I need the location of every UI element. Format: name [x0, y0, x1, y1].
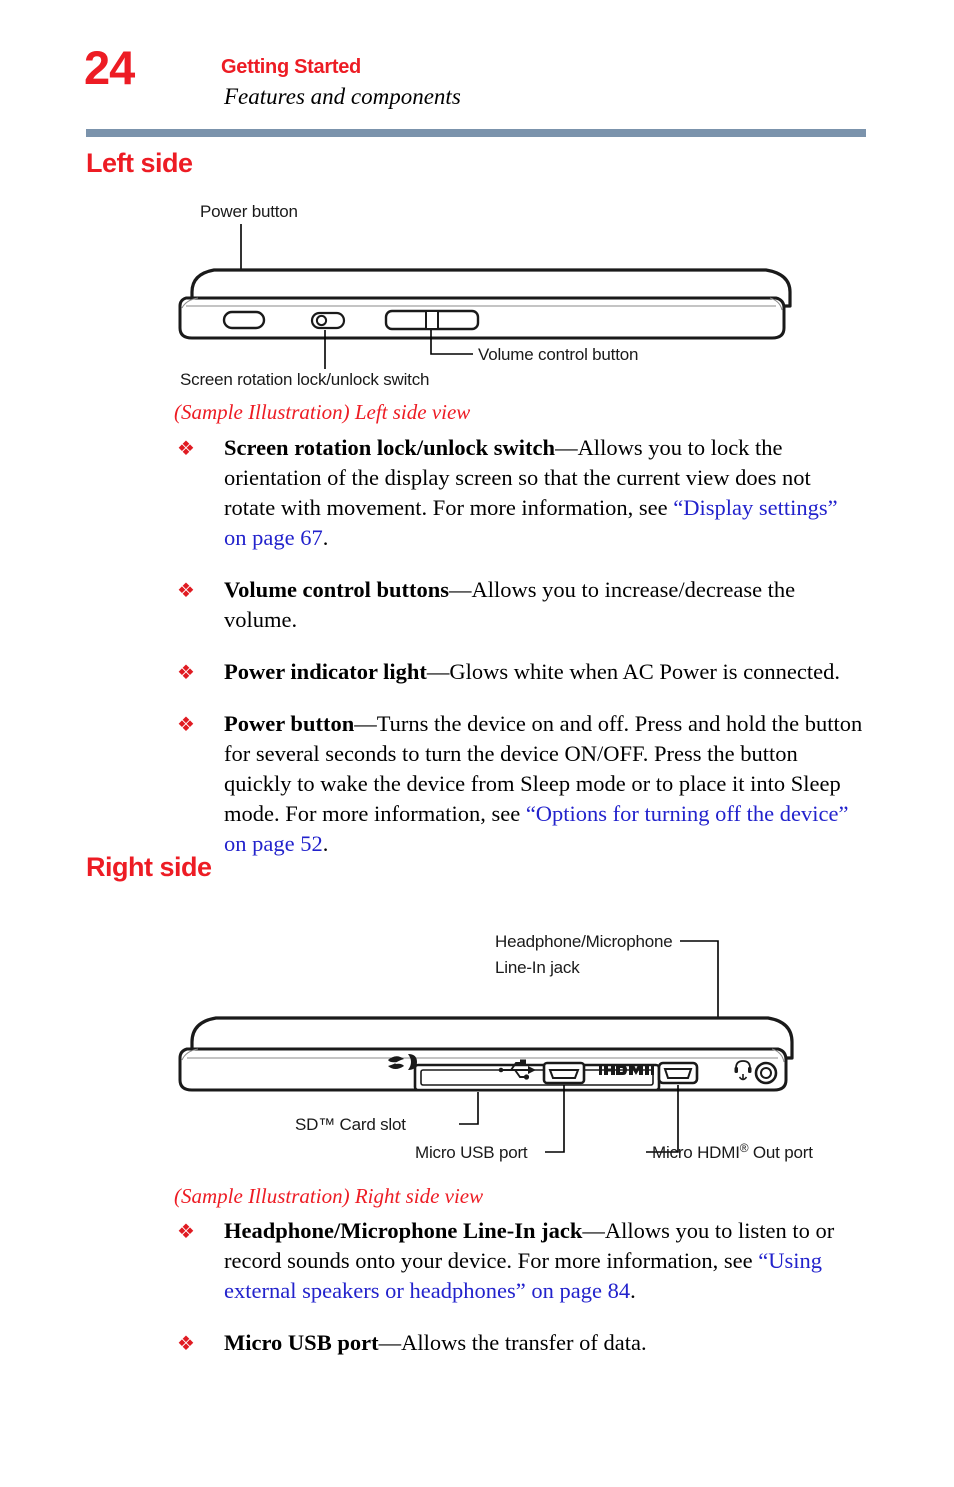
figure-right-side-view: Headphone/Microphone Line-In jack SD™ Ca…	[170, 920, 870, 1170]
list-item: ❖ Micro USB port—Allows the transfer of …	[174, 1328, 864, 1358]
page-header: 24 Getting Started Features and componen…	[0, 0, 954, 140]
page-number: 24	[84, 41, 135, 94]
device-volume-rocker	[384, 309, 480, 331]
leader-line-sd-card-slot	[459, 1092, 479, 1125]
figure-left-side-view: Power button Screen rotation lock/unlock…	[170, 188, 850, 388]
bullet-list-left-side: ❖ Screen rotation lock/unlock switch—All…	[174, 433, 864, 881]
callout-label-rotation-switch: Screen rotation lock/unlock switch	[180, 370, 429, 388]
bullet-diamond-icon: ❖	[177, 712, 195, 736]
list-item-dash: —	[426, 659, 450, 684]
callout-label-volume-button: Volume control button	[478, 345, 638, 364]
list-item: ❖ Power indicator light—Glows white when…	[174, 657, 864, 687]
device-right-side-drawing	[178, 1016, 794, 1092]
list-item-term: Power button	[224, 711, 355, 736]
figure-caption-right-side: (Sample Illustration) Right side view	[174, 1184, 484, 1208]
list-item-body-tail: .	[322, 831, 329, 856]
list-item: ❖ Headphone/Microphone Line-In jack—Allo…	[174, 1216, 864, 1306]
list-item-term: Power indicator light	[224, 659, 427, 684]
list-item-dash: —	[582, 1218, 605, 1243]
bullet-list-right-side: ❖ Headphone/Microphone Line-In jack—Allo…	[174, 1216, 864, 1380]
list-item-dash: —	[555, 435, 578, 460]
callout-label-micro-hdmi-sup: ®	[740, 1141, 749, 1155]
list-item-term: Micro USB port	[224, 1330, 379, 1355]
list-item: ❖ Volume control buttons—Allows you to i…	[174, 575, 864, 635]
list-item: ❖ Power button—Turns the device on and o…	[174, 709, 864, 859]
list-item-dash: —	[354, 711, 377, 736]
header-divider	[86, 129, 866, 137]
device-power-button	[222, 310, 266, 330]
bullet-diamond-icon: ❖	[177, 436, 195, 460]
callout-label-headphone-jack-line1: Headphone/Microphone	[495, 932, 672, 951]
bullet-diamond-icon: ❖	[177, 1219, 195, 1243]
callout-label-micro-usb-port: Micro USB port	[415, 1143, 528, 1162]
callout-label-headphone-jack-line2: Line-In jack	[495, 958, 580, 977]
list-item-term: Volume control buttons	[224, 577, 450, 602]
leader-line-micro-usb-port	[545, 1085, 565, 1153]
list-item-body: Glows white when AC Power is connected.	[449, 659, 840, 684]
list-item-term: Screen rotation lock/unlock switch	[224, 435, 556, 460]
list-item-body: Allows the transfer of data.	[401, 1330, 647, 1355]
callout-label-power-button: Power button	[200, 202, 298, 221]
list-item-dash: —	[449, 577, 472, 602]
figure-caption-left-side: (Sample Illustration) Left side view	[174, 400, 471, 424]
device-left-side-drawing	[178, 268, 792, 340]
device-audio-jack	[754, 1061, 778, 1085]
device-sd-card-slot	[413, 1063, 661, 1092]
bullet-diamond-icon: ❖	[177, 578, 195, 602]
leader-line-micro-hdmi-port	[646, 1085, 679, 1153]
list-item-body-tail: .	[630, 1278, 636, 1303]
section-heading-right-side: Right side	[86, 852, 212, 882]
callout-label-sd-card-slot: SD™ Card slot	[295, 1115, 406, 1134]
list-item: ❖ Screen rotation lock/unlock switch—All…	[174, 433, 864, 553]
list-item-body-tail: .	[322, 525, 329, 550]
header-section-title: Features and components	[224, 84, 461, 109]
callout-label-micro-hdmi-main: Micro HDMI	[652, 1143, 740, 1162]
callout-label-micro-hdmi-tail: Out port	[748, 1143, 813, 1162]
header-chapter-title: Getting Started	[221, 56, 361, 78]
section-heading-left-side: Left side	[86, 148, 193, 178]
callout-label-micro-hdmi-port: Micro HDMI® Out port	[652, 1141, 813, 1162]
bullet-diamond-icon: ❖	[177, 660, 195, 684]
device-micro-usb-port	[542, 1061, 586, 1085]
bullet-diamond-icon: ❖	[177, 1331, 195, 1355]
device-micro-hdmi-port	[657, 1061, 699, 1085]
device-rotation-lock-switch	[310, 311, 346, 330]
list-item-dash: —	[378, 1330, 402, 1355]
list-item-term: Headphone/Microphone Line-In jack	[224, 1218, 583, 1243]
